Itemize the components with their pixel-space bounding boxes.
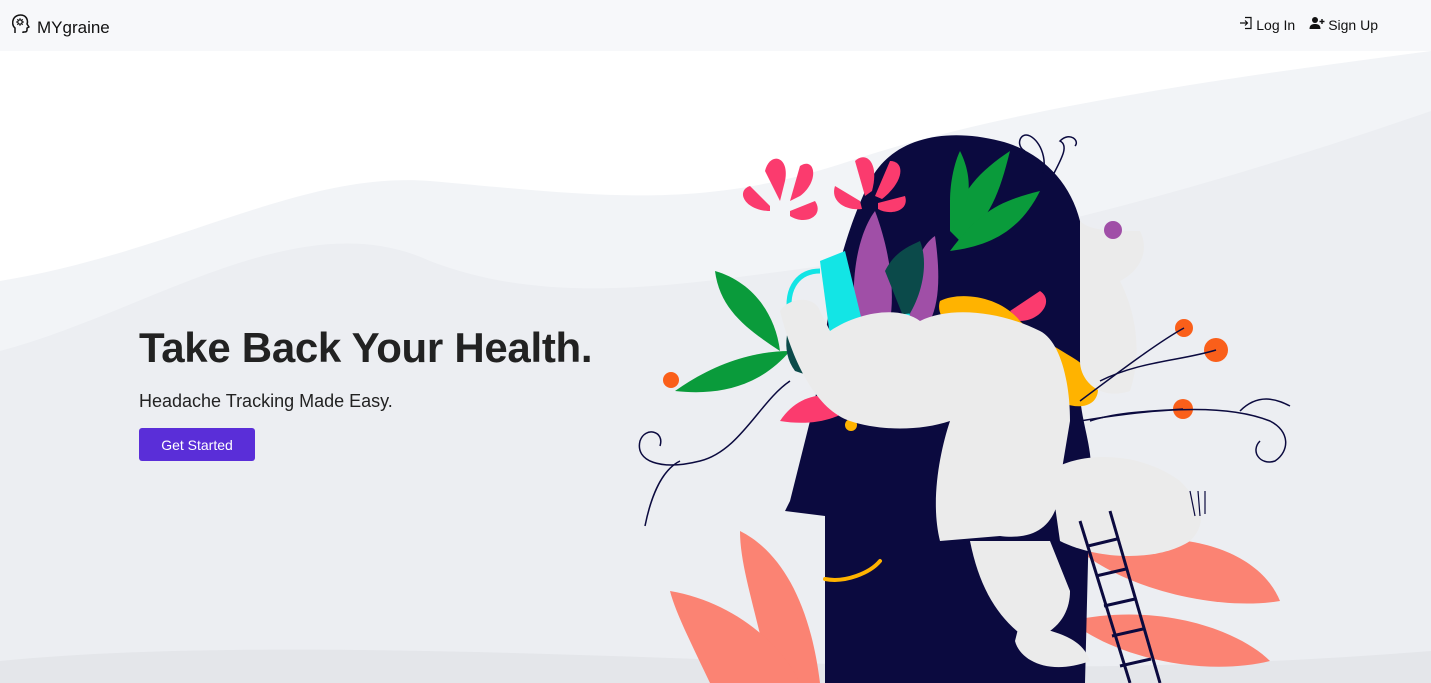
head-gear-icon <box>11 13 31 35</box>
hero-illustration <box>638 134 1291 683</box>
hero-subtitle: Headache Tracking Made Easy. <box>139 391 393 411</box>
login-icon <box>1239 16 1256 33</box>
user-plus-icon <box>1309 16 1328 33</box>
signup-label: Sign Up <box>1328 16 1378 33</box>
brand-link[interactable]: MYgraine <box>11 10 110 38</box>
nav-links: Log In Sign Up <box>1225 16 1378 33</box>
login-label: Log In <box>1256 16 1296 33</box>
signup-link[interactable]: Sign Up <box>1309 16 1378 33</box>
hero-section: Take Back Your Health. Headache Tracking… <box>0 51 1431 683</box>
login-link[interactable]: Log In <box>1239 16 1295 33</box>
brand-name: MYgraine <box>37 18 110 37</box>
get-started-button[interactable]: Get Started <box>139 428 255 461</box>
navbar: MYgraine Log In Sign Up <box>0 0 1431 51</box>
hero-title: Take Back Your Health. <box>139 324 593 371</box>
